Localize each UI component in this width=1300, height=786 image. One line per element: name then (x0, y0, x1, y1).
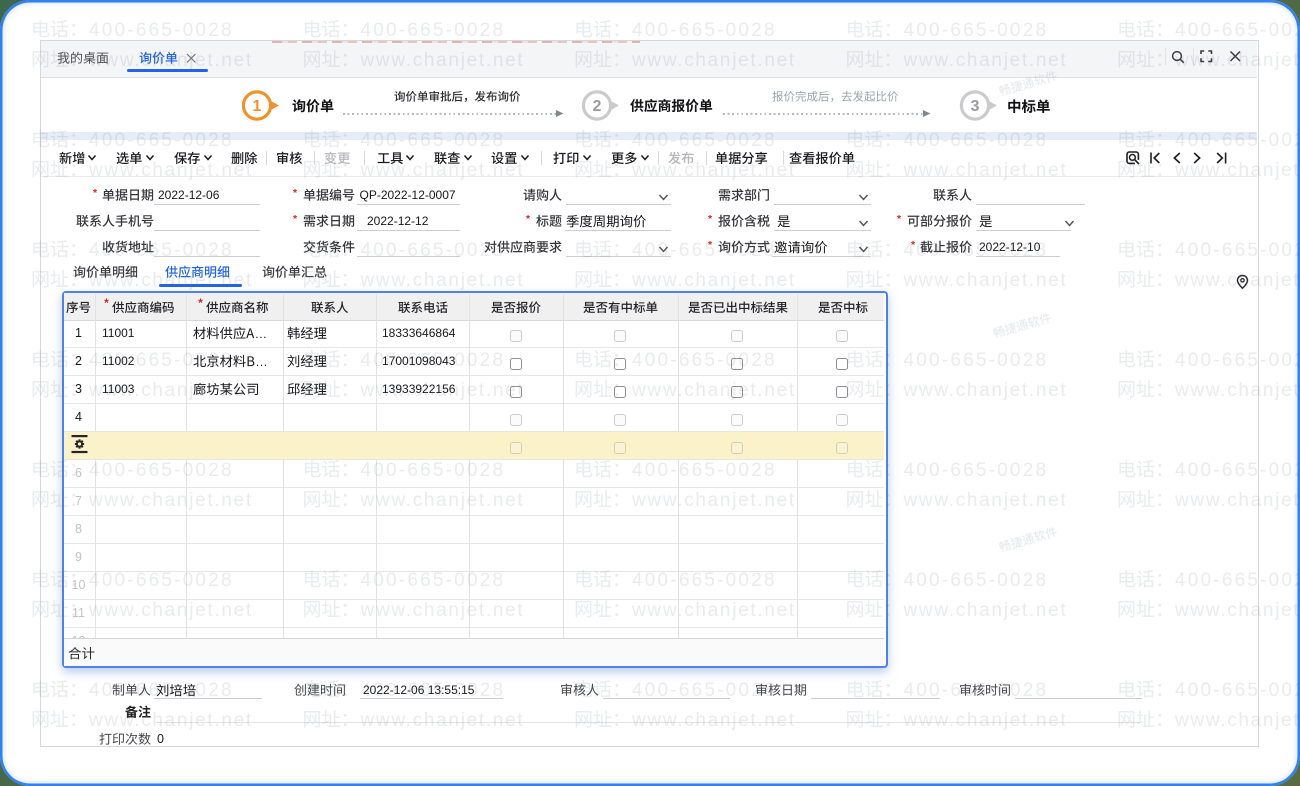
svg-text:3: 3 (971, 98, 980, 115)
svg-text:2: 2 (593, 98, 602, 115)
svg-text:1: 1 (253, 98, 262, 115)
